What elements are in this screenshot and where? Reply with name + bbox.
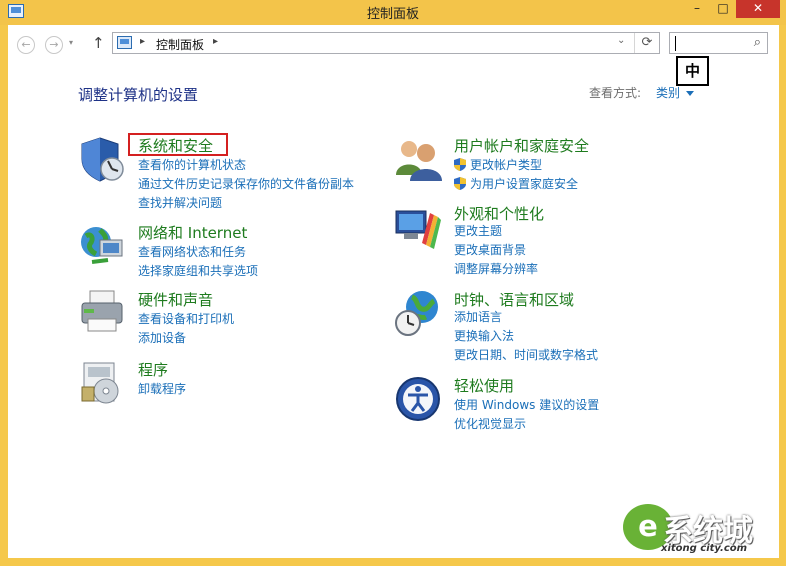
- category-title[interactable]: 系统和安全: [138, 135, 213, 156]
- uac-shield-icon: [454, 158, 466, 171]
- breadcrumb-control-panel[interactable]: 控制面板: [156, 36, 204, 53]
- link-add-device[interactable]: 添加设备: [138, 329, 186, 346]
- link-view-computer-status[interactable]: 查看你的计算机状态: [138, 156, 246, 173]
- display-palette-icon[interactable]: [394, 203, 442, 251]
- view-by-label: 查看方式:: [589, 86, 642, 100]
- search-input[interactable]: ⌕: [669, 32, 768, 54]
- link-date-time-format[interactable]: 更改日期、时间或数字格式: [454, 346, 598, 363]
- close-button[interactable]: ✕: [736, 0, 780, 18]
- back-button[interactable]: ←: [17, 36, 35, 54]
- text-caret: [675, 36, 676, 51]
- watermark-logo: e 系统城 xitong city.com: [623, 504, 775, 556]
- page-title: 调整计算机的设置: [78, 86, 199, 104]
- link-file-history[interactable]: 通过文件历史记录保存你的文件备份副本: [138, 175, 354, 192]
- link-devices-printers[interactable]: 查看设备和打印机: [138, 310, 234, 327]
- maximize-button[interactable]: □: [710, 0, 736, 18]
- shield-icon[interactable]: [78, 135, 126, 183]
- search-icon[interactable]: ⌕: [754, 35, 761, 50]
- chevron-down-icon[interactable]: [686, 91, 694, 96]
- network-globe-icon[interactable]: [78, 222, 126, 270]
- category-title[interactable]: 轻松使用: [454, 375, 514, 396]
- address-dropdown-icon[interactable]: ⌄: [617, 35, 625, 46]
- link-optimize-display[interactable]: 优化视觉显示: [454, 415, 526, 432]
- link-homegroup[interactable]: 选择家庭组和共享选项: [138, 262, 258, 279]
- users-icon[interactable]: [394, 135, 442, 183]
- content-area: ← → ▾ ↑ ▸ 控制面板 ▸ ⌄ ⟳ ⌕ 中 调整计算机的设置 查看方式: …: [8, 25, 779, 558]
- printer-icon[interactable]: [78, 289, 126, 337]
- globe-clock-icon[interactable]: [394, 289, 442, 337]
- breadcrumb-separator[interactable]: ▸: [213, 36, 218, 47]
- link-label: 为用户设置家庭安全: [470, 177, 579, 191]
- link-network-status[interactable]: 查看网络状态和任务: [138, 243, 246, 260]
- watermark-subtext: xitong city.com: [661, 543, 748, 554]
- title-bar: 控制面板 – □ ✕: [0, 0, 786, 25]
- category-title[interactable]: 网络和 Internet: [138, 222, 247, 243]
- category-title[interactable]: 硬件和声音: [138, 289, 213, 310]
- view-by-dropdown[interactable]: 类别: [656, 84, 680, 101]
- link-change-input-method[interactable]: 更换输入法: [454, 327, 514, 344]
- ease-of-access-icon[interactable]: [394, 375, 442, 423]
- ime-indicator: 中: [676, 56, 709, 86]
- link-change-background[interactable]: 更改桌面背景: [454, 241, 526, 258]
- link-uninstall-program[interactable]: 卸载程序: [138, 380, 186, 397]
- category-title[interactable]: 外观和个性化: [454, 203, 544, 224]
- category-title[interactable]: 程序: [138, 359, 168, 380]
- refresh-button[interactable]: ⟳: [634, 33, 659, 53]
- category-title[interactable]: 用户帐户和家庭安全: [454, 135, 589, 156]
- recent-locations-button[interactable]: ▾: [69, 38, 73, 47]
- uac-shield-icon: [454, 177, 466, 190]
- link-change-account-type[interactable]: 更改帐户类型: [454, 156, 542, 173]
- link-change-theme[interactable]: 更改主题: [454, 222, 502, 239]
- address-bar[interactable]: ▸ 控制面板 ▸ ⌄ ⟳: [112, 32, 660, 54]
- link-recommended-settings[interactable]: 使用 Windows 建议的设置: [454, 396, 599, 413]
- minimize-button[interactable]: –: [684, 0, 710, 18]
- link-label: 更改帐户类型: [470, 158, 543, 172]
- link-family-safety[interactable]: 为用户设置家庭安全: [454, 175, 578, 192]
- link-screen-resolution[interactable]: 调整屏幕分辨率: [454, 260, 538, 277]
- forward-button[interactable]: →: [45, 36, 63, 54]
- category-title[interactable]: 时钟、语言和区域: [454, 289, 574, 310]
- up-button[interactable]: ↑: [92, 34, 105, 52]
- link-add-language[interactable]: 添加语言: [454, 308, 502, 325]
- breadcrumb-separator[interactable]: ▸: [140, 36, 145, 47]
- programs-icon[interactable]: [78, 359, 126, 407]
- window-title: 控制面板: [366, 7, 419, 22]
- link-troubleshoot[interactable]: 查找并解决问题: [138, 194, 222, 211]
- control-panel-icon: [117, 36, 132, 49]
